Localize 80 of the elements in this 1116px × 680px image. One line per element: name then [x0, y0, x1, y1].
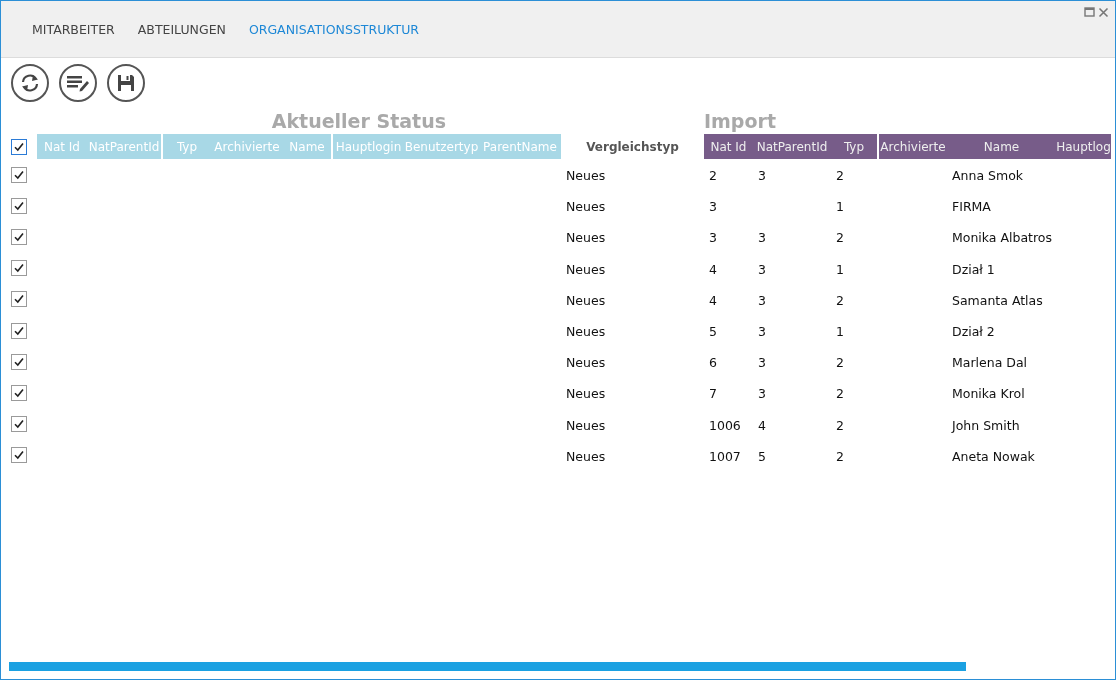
checkbox[interactable]: [11, 291, 27, 308]
table-cell-text: John Smith: [950, 417, 1020, 433]
table-cell-text: 5: [757, 448, 766, 464]
list-pencil-icon: [66, 73, 90, 93]
edit-list-button[interactable]: [59, 64, 97, 102]
table-cell-text: 3: [757, 355, 766, 371]
table-cell-text: Neues: [565, 417, 606, 433]
table-cell-text: Neues: [565, 230, 606, 246]
refresh-button[interactable]: [11, 64, 49, 102]
table-cell-text: 2: [708, 168, 717, 184]
table-cell-text: 2: [835, 230, 844, 246]
table-cell-text: 3: [757, 168, 766, 184]
table-cell-text: Monika Krol: [951, 386, 1025, 402]
checkbox[interactable]: [11, 447, 27, 464]
checkbox[interactable]: [11, 138, 27, 155]
table-cell-text: 3: [757, 324, 766, 340]
table-cell-text: 3: [757, 292, 766, 308]
table-cell-text: 2: [835, 417, 844, 433]
column-header[interactable]: Hauptlog: [1056, 134, 1111, 159]
table-cell-text: Neues: [565, 355, 606, 371]
table-cell-text: 1007: [708, 448, 741, 464]
section-title: Aktueller Status: [271, 110, 446, 132]
table-cell-text: 3: [757, 386, 766, 402]
table-cell-text: 2: [835, 168, 844, 184]
column-header[interactable]: Vergleichstyp: [561, 134, 704, 159]
table-cell-text: FIRMA: [951, 199, 991, 215]
table-cell-text: Samanta Atlas: [951, 292, 1043, 308]
column-header[interactable]: Typ: [831, 134, 877, 159]
checkbox[interactable]: [11, 322, 27, 339]
table-cell-text: 3: [757, 261, 766, 277]
table-cell-text: 7: [708, 386, 717, 402]
table-cell-text: Dział 2: [951, 324, 995, 340]
table-cell-text: 1: [835, 261, 844, 277]
table-cell-text: 2: [835, 386, 844, 402]
tab[interactable]: MITARBEITER: [32, 21, 115, 37]
table-cell-text: Marlena Dal: [951, 355, 1028, 371]
tab[interactable]: ABTEILUNGEN: [137, 21, 226, 37]
column-header[interactable]: NatParentId: [753, 134, 831, 159]
column-header[interactable]: Nat Id: [704, 134, 753, 159]
checkbox[interactable]: [11, 353, 27, 370]
close-icon[interactable]: [1098, 7, 1109, 18]
table-cell-text: 4: [708, 261, 717, 277]
checkbox[interactable]: [11, 384, 27, 401]
table-cell-text: 1: [835, 324, 844, 340]
table-cell-text: 3: [757, 230, 766, 246]
table-cell-text: Neues: [565, 199, 606, 215]
table-cell-text: 2: [835, 448, 844, 464]
tab[interactable]: ORGANISATIONSSTRUKTUR: [248, 21, 419, 37]
table-cell-text: 3: [708, 199, 717, 215]
column-header[interactable]: Name: [947, 134, 1056, 159]
table-cell-text: Neues: [565, 292, 606, 308]
maximize-icon[interactable]: [1084, 7, 1095, 18]
table-cell-text: Anna Smok: [951, 168, 1024, 184]
table-cell-text: 2: [835, 355, 844, 371]
checkbox[interactable]: [11, 166, 27, 183]
table-cell-text: 2: [835, 292, 844, 308]
table-cell-text: Monika Albatros: [951, 230, 1053, 246]
checkbox[interactable]: [11, 228, 27, 245]
table-cell-text: 5: [708, 324, 717, 340]
table-cell-text: 1: [835, 199, 844, 215]
table-cell-text: 1006: [708, 417, 741, 433]
table-cell-text: Dział 1: [951, 261, 995, 277]
horizontal-scrollbar[interactable]: [9, 662, 966, 671]
table-cell-text: Neues: [565, 324, 606, 340]
table-cell-text: Neues: [565, 261, 606, 277]
refresh-icon: [19, 72, 41, 94]
table-cell-text: 4: [708, 292, 717, 308]
section-title: Import: [704, 110, 777, 132]
table-cell-text: 4: [757, 417, 766, 433]
table-cell-text: 6: [708, 355, 717, 371]
checkbox[interactable]: [11, 416, 27, 433]
table-cell-text: Neues: [565, 168, 606, 184]
checkbox[interactable]: [11, 197, 27, 214]
column-header[interactable]: Archivierte: [877, 134, 947, 159]
checkbox[interactable]: [11, 260, 27, 277]
table-cell-text: Neues: [565, 448, 606, 464]
save-button[interactable]: [107, 64, 145, 102]
table-cell-text: 3: [708, 230, 717, 246]
table-cell-text: Aneta Nowak: [951, 448, 1035, 464]
table-cell-text: Neues: [565, 386, 606, 402]
